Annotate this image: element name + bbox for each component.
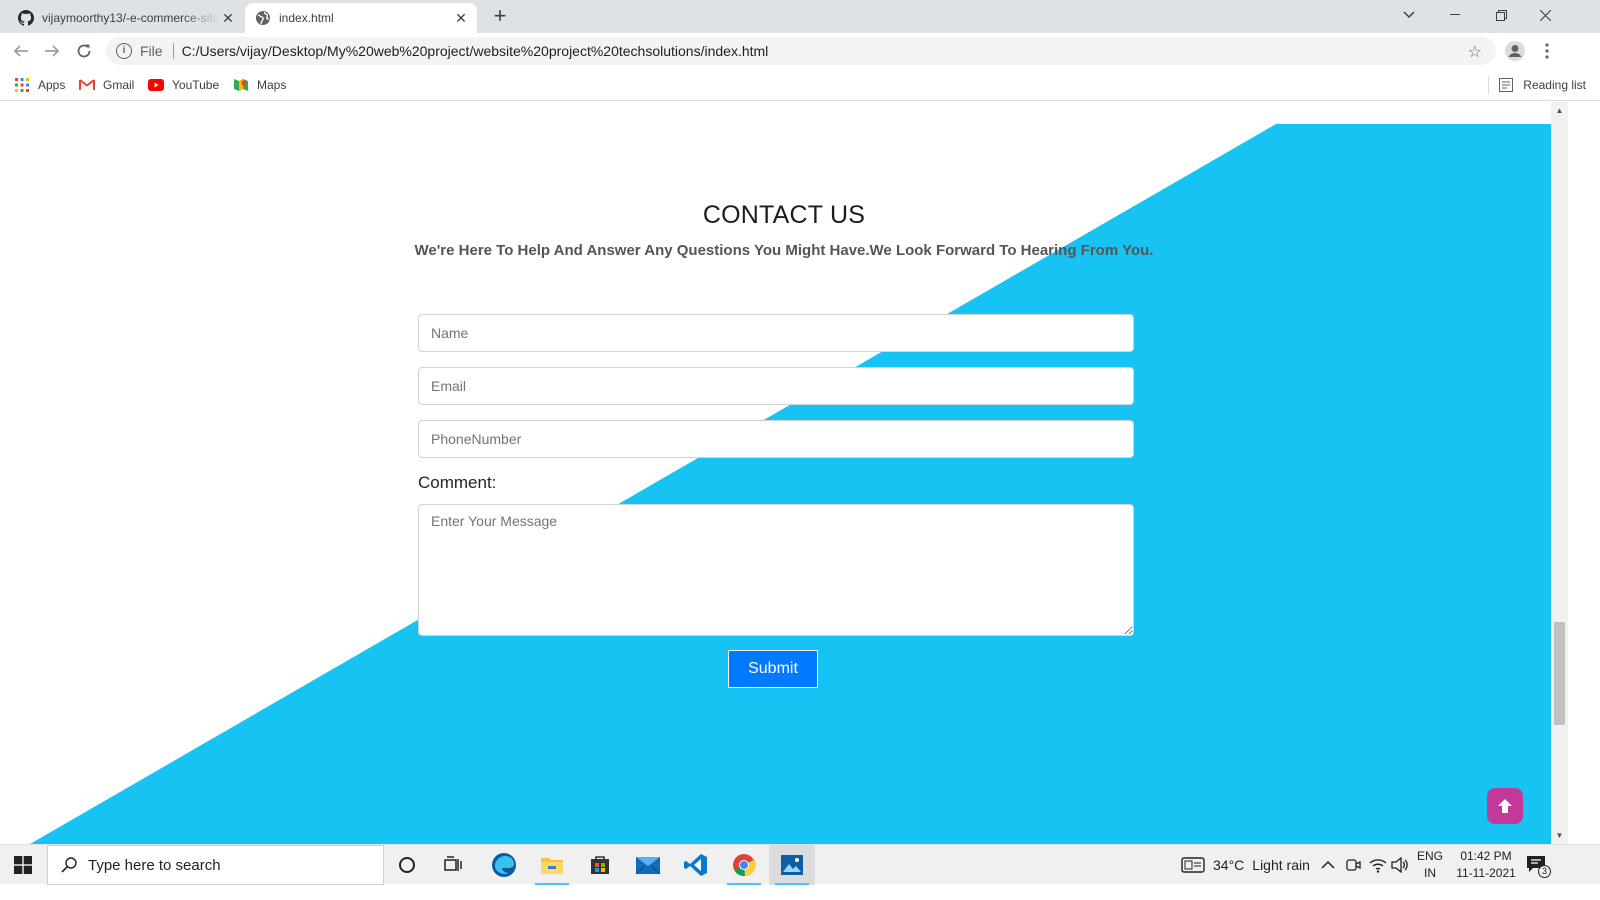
comment-label: Comment: [418,473,497,492]
mail-icon[interactable] [625,845,671,885]
new-tab-button[interactable]: + [488,5,512,29]
restore-icon[interactable] [1478,0,1524,30]
taskbar-search-box[interactable]: Type here to search [47,845,384,885]
bookmark-label: Gmail [103,78,135,92]
browser-toolbar: i File C:/Users/vijay/Desktop/My%20web%2… [0,33,1600,69]
show-hidden-icons-icon[interactable] [1321,845,1335,885]
windows-taskbar: Type here to search 34°C Light rain ENG … [0,844,1600,885]
reading-list-button[interactable]: Reading list [1488,75,1586,95]
reading-list-icon [1499,77,1515,93]
vscode-icon[interactable] [673,845,719,885]
language-code: ENG [1416,849,1443,863]
address-divider [172,43,174,59]
search-placeholder: Type here to search [88,856,221,874]
region-code: IN [1424,866,1436,880]
photos-icon[interactable] [769,845,815,885]
tab-title: index.html [279,11,334,25]
bookmark-apps[interactable]: Apps [14,75,65,95]
tab-search-icon[interactable] [1386,0,1432,30]
volume-icon[interactable] [1391,845,1409,885]
search-icon [60,856,78,874]
address-bar[interactable]: i File C:/Users/vijay/Desktop/My%20web%2… [106,37,1496,65]
info-icon[interactable]: i [116,43,132,59]
bookmarks-bar: Apps Gmail YouTube Maps Reading list [0,69,1600,101]
reload-icon[interactable] [72,39,96,63]
tab-bar: vijaymoorthy13/-e-commerce-site ✕ index.… [0,0,1600,33]
contact-subtitle: We're Here To Help And Answer Any Questi… [414,242,1154,259]
scroll-up-icon[interactable]: ▲ [1551,102,1568,119]
arrow-up-icon [1498,799,1512,813]
scroll-down-icon[interactable]: ▼ [1551,827,1568,844]
windows-logo-icon [14,856,32,874]
edge-icon[interactable] [481,845,527,885]
page-scrollbar[interactable]: ▲ ▼ [1551,102,1568,844]
minimize-icon[interactable] [1432,0,1478,30]
wifi-icon[interactable] [1369,845,1387,885]
clock-date: 11-11-2021 [1456,866,1516,880]
gmail-icon [79,77,95,93]
bookmark-gmail[interactable]: Gmail [79,75,134,95]
bookmark-label: YouTube [172,78,220,92]
start-button[interactable] [0,845,46,885]
youtube-icon [148,77,164,93]
github-icon [18,10,34,26]
bookmarks-divider [1488,76,1490,94]
weather-condition: Light rain [1252,857,1310,873]
cortana-icon[interactable] [384,845,430,885]
chrome-icon[interactable] [721,845,767,885]
url-text[interactable]: C:/Users/vijay/Desktop/My%20web%20projec… [182,43,769,59]
tab-title: vijaymoorthy13/-e-commerce-site [42,11,218,25]
weather-widget[interactable]: 34°C Light rain [1181,845,1310,885]
bookmark-maps[interactable]: Maps [233,75,286,95]
reading-list-label: Reading list [1523,78,1586,92]
taskbar-clock[interactable]: 01:42 PM 11-11-2021 [1448,848,1524,882]
email-input[interactable] [418,367,1134,405]
weather-icon [1181,857,1205,873]
phone-input[interactable] [418,420,1134,458]
close-tab-icon[interactable]: ✕ [218,8,238,28]
message-textarea[interactable] [418,504,1134,636]
file-explorer-icon[interactable] [529,845,575,885]
notification-count-badge: 3 [1538,865,1551,878]
clock-time: 01:42 PM [1460,849,1512,863]
back-arrow-icon[interactable] [9,39,33,63]
weather-temp: 34°C [1213,857,1245,873]
bookmark-label: Apps [38,78,66,92]
menu-kebab-icon[interactable] [1535,39,1559,63]
forward-arrow-icon[interactable] [40,39,64,63]
bookmark-label: Maps [257,78,287,92]
bookmark-star-icon[interactable]: ☆ [1468,42,1482,62]
task-view-icon[interactable] [431,845,477,885]
meet-now-icon[interactable] [1345,845,1361,885]
globe-icon [255,10,271,26]
maps-icon [233,77,249,93]
close-window-icon[interactable] [1522,0,1568,30]
apps-grid-icon [14,77,30,93]
microsoft-store-icon[interactable] [577,845,623,885]
contact-title: CONTACT US [702,201,866,229]
tab-github-repo[interactable]: vijaymoorthy13/-e-commerce-site ✕ [8,3,244,33]
notification-center-icon: 3 [1526,855,1551,878]
bookmark-youtube[interactable]: YouTube [148,75,219,95]
language-indicator[interactable]: ENG IN [1414,848,1446,882]
scroll-thumb[interactable] [1554,622,1565,725]
profile-avatar-icon[interactable] [1503,39,1527,63]
submit-button[interactable]: Submit [728,650,818,688]
back-to-top-button[interactable] [1487,788,1523,824]
close-tab-icon[interactable]: ✕ [451,8,471,28]
contact-section: CONTACT US We're Here To Help And Answer… [0,102,1568,844]
page-viewport: CONTACT US We're Here To Help And Answer… [0,102,1568,844]
tab-index-html[interactable]: index.html ✕ [245,3,477,33]
protocol-label: File [140,43,163,59]
notifications-button[interactable]: 3 [1526,845,1551,885]
name-input[interactable] [418,314,1134,352]
